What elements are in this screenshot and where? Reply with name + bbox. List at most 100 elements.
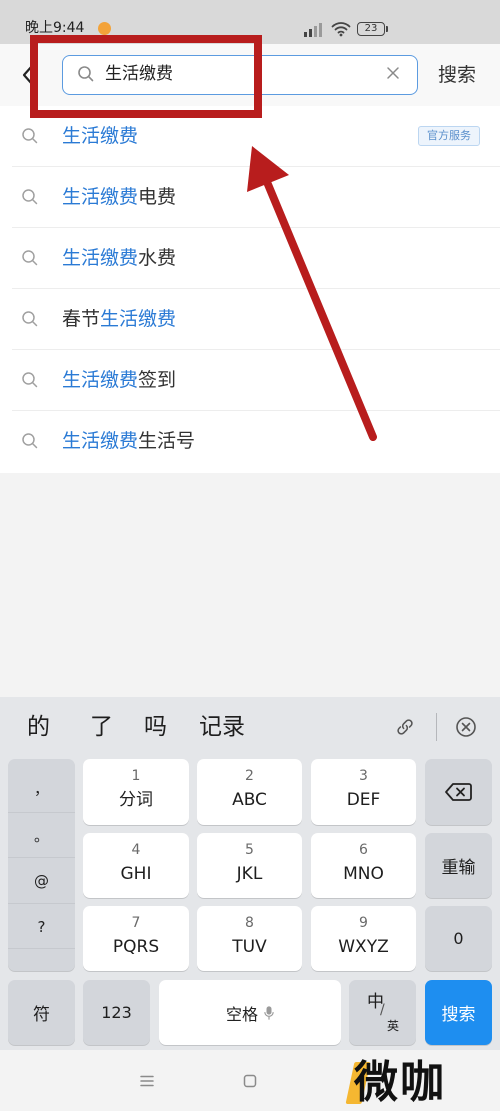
key-number: 9 (359, 915, 368, 931)
key-number: 7 (131, 915, 141, 931)
punctuation-key[interactable]: ? (8, 903, 75, 949)
suggestion-match: 生活缴费 (62, 186, 139, 208)
key-label: MNO (343, 864, 384, 884)
suggestion-item[interactable]: 生活缴费 官方服务 (0, 106, 500, 167)
symbols-key[interactable]: 符 (8, 980, 75, 1045)
suggestion-item[interactable]: 生活缴费水费 (0, 228, 500, 289)
candidate-word[interactable]: 吗 (144, 712, 167, 742)
suggestion-suffix: 电费 (138, 186, 177, 208)
candidate-word[interactable]: 记录 (199, 712, 245, 742)
suggestion-prefix: 春节 (62, 308, 101, 330)
key-3[interactable]: 3 DEF (311, 759, 416, 825)
suggestion-suffix: 签到 (138, 369, 177, 391)
key-6[interactable]: 6 MNO (311, 833, 416, 898)
key-label: TUV (232, 937, 267, 957)
key-label: JKL (236, 864, 263, 884)
suggestion-match: 生活缴费 (62, 247, 139, 269)
watermark-text: 微咖 (354, 1057, 446, 1108)
home-icon (243, 1074, 257, 1088)
link-icon[interactable] (394, 716, 416, 738)
back-button[interactable] (16, 61, 40, 89)
candidate-word[interactable]: 了 (90, 712, 113, 742)
key-number: 8 (245, 915, 254, 931)
key-number: 4 (131, 842, 141, 858)
suggestion-list: 生活缴费 官方服务 生活缴费电费 生活缴费水费 春节生活缴费 生活缴费签到 生活… (0, 106, 500, 473)
key-number: 6 (359, 842, 368, 858)
zero-key[interactable]: 0 (425, 906, 492, 971)
key-9[interactable]: 9 WXYZ (311, 906, 416, 971)
signal-icon (304, 23, 322, 37)
key-1[interactable]: 1 分词 (83, 759, 189, 825)
home-button[interactable] (243, 1074, 257, 1088)
suggestion-match: 生活缴费 (100, 308, 177, 330)
suggestion-suffix: 水费 (138, 247, 177, 269)
close-icon (387, 67, 399, 79)
punctuation-key[interactable]: @ (8, 857, 75, 903)
language-switch-key[interactable]: 中 / 英 (349, 980, 416, 1045)
key-label: WXYZ (338, 937, 389, 957)
search-icon (22, 128, 38, 144)
status-time: 晚上9:44 (25, 20, 85, 36)
key-number: 2 (245, 768, 254, 784)
toolbar-divider (436, 713, 437, 741)
suggestion-item[interactable]: 生活缴费电费 (0, 167, 500, 228)
search-icon (22, 189, 38, 205)
search-icon (22, 311, 38, 327)
key-2[interactable]: 2 ABC (197, 759, 302, 825)
suggestion-text: 生活缴费水费 (62, 228, 176, 289)
backspace-key[interactable] (425, 759, 492, 825)
space-label: 空格 (225, 1004, 258, 1024)
close-circle-icon[interactable] (455, 716, 477, 738)
official-service-badge: 官方服务 (418, 126, 480, 146)
clear-button[interactable] (386, 66, 400, 80)
suggestion-text: 生活缴费电费 (62, 167, 176, 228)
chevron-left-icon (22, 64, 34, 86)
key-number: 3 (359, 768, 368, 784)
keyboard-search-key[interactable]: 搜索 (425, 980, 492, 1045)
microphone-icon (264, 1005, 274, 1020)
suggestion-item[interactable]: 生活缴费生活号 (0, 411, 500, 472)
wifi-icon (331, 22, 351, 37)
space-key[interactable]: 空格 (159, 980, 341, 1045)
lang-secondary: 英 (387, 1019, 400, 1033)
suggestion-item[interactable]: 春节生活缴费 (0, 289, 500, 350)
suggestion-match: 生活缴费 (62, 125, 139, 147)
suggestion-text: 生活缴费签到 (62, 350, 176, 411)
key-4[interactable]: 4 GHI (83, 833, 189, 898)
key-number: 1 (131, 768, 141, 784)
space-key-content: 空格 (226, 1001, 274, 1025)
search-icon (22, 433, 38, 449)
suggestion-text: 生活缴费生活号 (62, 411, 195, 472)
key-8[interactable]: 8 TUV (197, 906, 302, 971)
search-button[interactable]: 搜索 (438, 63, 476, 87)
key-5[interactable]: 5 JKL (197, 833, 302, 898)
punctuation-panel: ， 。 @ ? (8, 759, 75, 971)
suggestion-text: 春节生活缴费 (62, 289, 176, 350)
candidate-word[interactable]: 的 (27, 712, 50, 742)
search-icon (22, 372, 38, 388)
battery-icon: 23 (357, 22, 385, 36)
key-label: 分词 (119, 790, 153, 810)
key-label: GHI (120, 864, 152, 884)
search-icon (22, 250, 38, 266)
reenter-key[interactable]: 重输 (425, 833, 492, 898)
suggestion-text: 生活缴费 (62, 106, 138, 167)
search-input[interactable]: 生活缴费 (62, 55, 418, 95)
key-label: DEF (346, 790, 381, 810)
numbers-key[interactable]: 123 (83, 980, 150, 1045)
menu-icon (140, 1075, 154, 1087)
suggestion-suffix: 生活号 (138, 430, 196, 452)
key-label: ABC (232, 790, 267, 810)
menu-button[interactable] (140, 1075, 154, 1087)
key-7[interactable]: 7 PQRS (83, 906, 189, 971)
notification-icon (98, 22, 111, 35)
punctuation-key[interactable]: 。 (8, 812, 75, 858)
search-icon (78, 66, 94, 82)
backspace-icon (445, 783, 472, 801)
key-label: PQRS (112, 937, 160, 957)
punctuation-key[interactable]: ， (8, 766, 75, 812)
search-header: 生活缴费 搜索 (0, 44, 500, 106)
suggestion-item[interactable]: 生活缴费签到 (0, 350, 500, 411)
key-number: 5 (245, 842, 254, 858)
suggestion-match: 生活缴费 (62, 430, 139, 452)
